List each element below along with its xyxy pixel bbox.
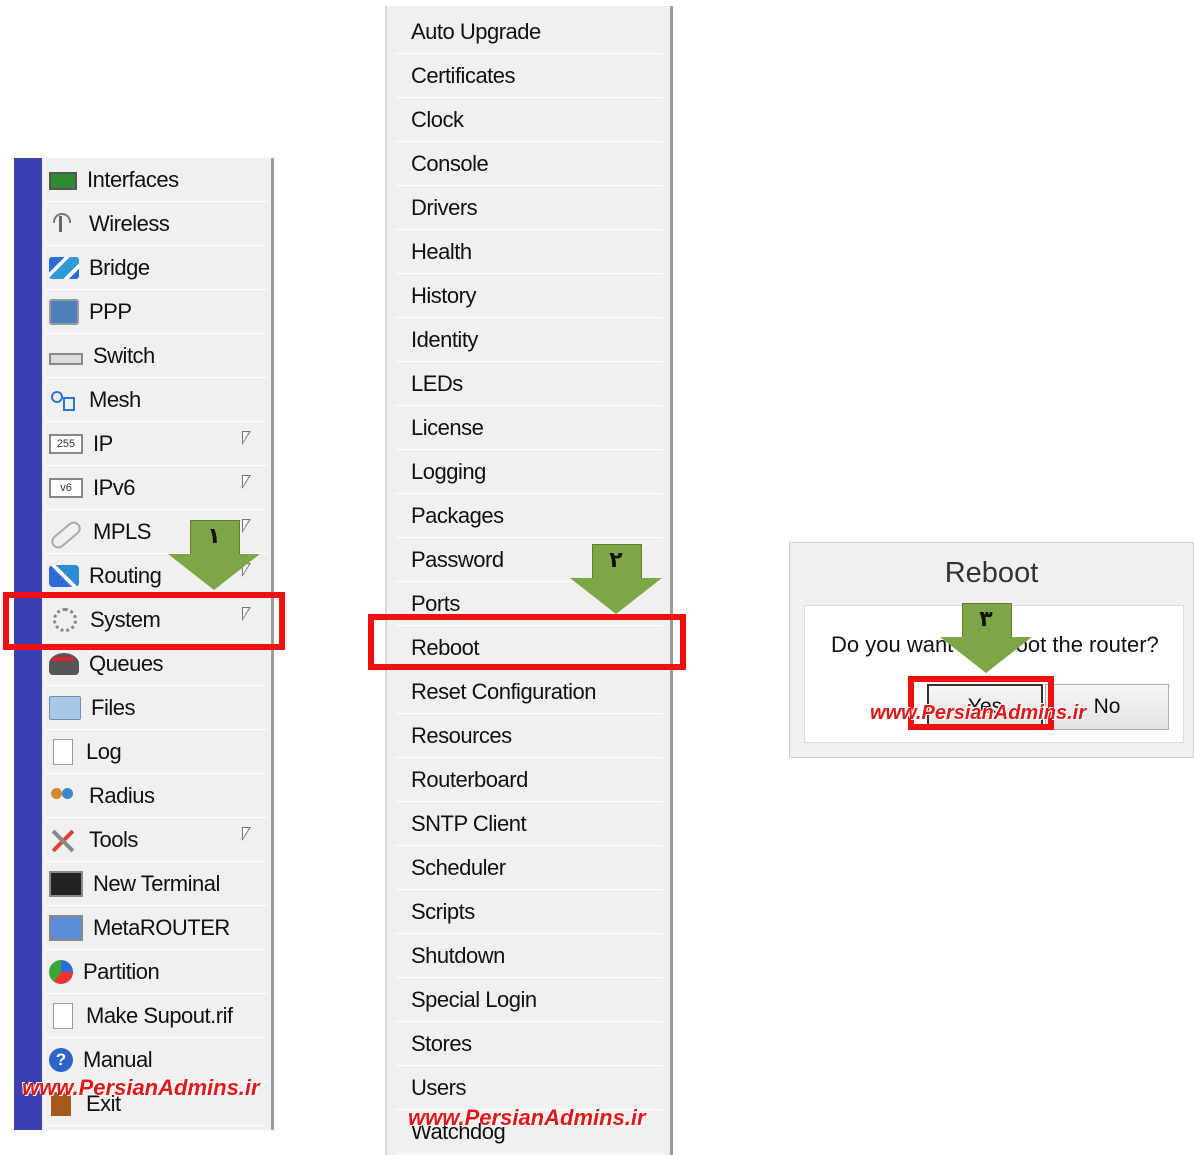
system-menu-item-clock[interactable]: Clock: [395, 98, 662, 142]
step-1-number: ١: [207, 524, 221, 549]
sidebar-item-label: Switch: [93, 342, 155, 368]
system-menu-item-identity[interactable]: Identity: [395, 318, 662, 362]
system-menu-item-certificates[interactable]: Certificates: [395, 54, 662, 98]
interfaces-icon: [49, 171, 77, 190]
sidebar-item-mesh[interactable]: Mesh: [46, 378, 267, 422]
watermark-text: www.PersianAdmins.ir: [22, 1075, 260, 1100]
routing-icon: [49, 564, 79, 587]
sidebar-item-label: Partition: [83, 958, 160, 984]
system-menu-item-auto-upgrade[interactable]: Auto Upgrade: [395, 10, 662, 54]
step-3-number: ٣: [979, 607, 993, 632]
sidebar-item-new-terminal[interactable]: New Terminal: [46, 862, 267, 906]
sidebar-item-label: IP: [93, 430, 113, 456]
sidebar-item-interfaces[interactable]: Interfaces: [46, 158, 267, 202]
mesh-icon: [49, 389, 79, 411]
watermark-text: www.PersianAdmins.ir: [408, 1105, 646, 1130]
sidebar-item-label: Make Supout.rif: [86, 1002, 233, 1028]
system-menu-item-scheduler[interactable]: Scheduler: [395, 846, 662, 890]
system-menu-item-console[interactable]: Console: [395, 142, 662, 186]
terminal-icon: [49, 870, 83, 897]
step-3-arrow-icon: ٣: [940, 603, 1032, 673]
sidebar-item-label: Files: [91, 694, 135, 720]
system-menu-item-packages[interactable]: Packages: [395, 494, 662, 538]
sidebar-item-label: Log: [86, 738, 122, 764]
manual-icon: ?: [49, 1047, 73, 1072]
partition-icon: [49, 959, 73, 984]
sidebar-item-make-supout-rif[interactable]: Make Supout.rif: [46, 994, 267, 1038]
sidebar-item-label: Manual: [83, 1046, 153, 1072]
system-menu-item-resources[interactable]: Resources: [395, 714, 662, 758]
watermark-text: www.PersianAdmins.ir: [870, 702, 1086, 724]
sidebar-item-ip[interactable]: 255 IP: [46, 422, 267, 466]
system-menu-item-scripts[interactable]: Scripts: [395, 890, 662, 934]
files-icon: [49, 695, 81, 720]
system-menu-item-users[interactable]: Users: [395, 1066, 662, 1110]
tools-icon: [49, 829, 79, 851]
sidebar-item-radius[interactable]: Radius: [46, 774, 267, 818]
system-menu-item-logging[interactable]: Logging: [395, 450, 662, 494]
system-menu-item-special-login[interactable]: Special Login: [395, 978, 662, 1022]
switch-icon: [49, 352, 83, 365]
sidebar-item-label: Wireless: [89, 210, 170, 236]
step-2-arrow-icon: ٢: [570, 544, 662, 614]
system-menu-item-sntp-client[interactable]: SNTP Client: [395, 802, 662, 846]
sidebar-item-label: MetaROUTER: [93, 914, 230, 940]
sidebar-item-ipv6[interactable]: v6 IPv6: [46, 466, 267, 510]
system-menu-item-history[interactable]: History: [395, 274, 662, 318]
ppp-icon: [49, 298, 79, 325]
queues-icon: [49, 652, 79, 675]
sidebar-item-label: Interfaces: [87, 166, 179, 192]
system-highlight-box: [3, 592, 285, 650]
sidebar-item-files[interactable]: Files: [46, 686, 267, 730]
system-menu-item-license[interactable]: License: [395, 406, 662, 450]
step-1-arrow-icon: ١: [168, 520, 260, 590]
sidebar-item-label: Mesh: [89, 386, 141, 412]
dialog-title: Reboot: [944, 557, 1039, 589]
sidebar-item-bridge[interactable]: Bridge: [46, 246, 267, 290]
metarouter-icon: [49, 914, 83, 941]
system-menu-item-reset-configuration[interactable]: Reset Configuration: [395, 670, 662, 714]
wireless-icon: [49, 212, 79, 235]
system-menu-item-health[interactable]: Health: [395, 230, 662, 274]
submenu-arrow-icon: [242, 827, 251, 841]
sidebar-item-log[interactable]: Log: [46, 730, 267, 774]
sidebar-item-wireless[interactable]: Wireless: [46, 202, 267, 246]
system-menu-item-drivers[interactable]: Drivers: [395, 186, 662, 230]
submenu-arrow-icon: [242, 431, 251, 445]
system-menu-item-leds[interactable]: LEDs: [395, 362, 662, 406]
system-menu-item-shutdown[interactable]: Shutdown: [395, 934, 662, 978]
sidebar-item-partition[interactable]: Partition: [46, 950, 267, 994]
bridge-icon: [49, 256, 79, 279]
sidebar-item-switch[interactable]: Switch: [46, 334, 267, 378]
sidebar-item-label: PPP: [89, 298, 132, 324]
sidebar-item-label: MPLS: [93, 518, 151, 544]
ipv6-icon: v6: [49, 477, 83, 498]
submenu-arrow-icon: [242, 475, 251, 489]
mpls-icon: [48, 518, 84, 551]
system-menu-item-stores[interactable]: Stores: [395, 1022, 662, 1066]
sidebar-item-label: Tools: [89, 826, 138, 852]
sidebar-item-tools[interactable]: Tools: [46, 818, 267, 862]
sidebar-item-label: Queues: [89, 650, 164, 676]
reboot-highlight-box: [368, 614, 686, 670]
ip-icon: 255: [49, 433, 83, 454]
sidebar-item-ppp[interactable]: PPP: [46, 290, 267, 334]
sidebar-item-label: New Terminal: [93, 870, 220, 896]
sidebar-item-label: Routing: [89, 562, 162, 588]
radius-icon: [49, 785, 79, 807]
system-menu-item-routerboard[interactable]: Routerboard: [395, 758, 662, 802]
sidebar-item-metarouter[interactable]: MetaROUTER: [46, 906, 267, 950]
sidebar-item-label: Radius: [89, 782, 155, 808]
supout-icon: [53, 1002, 73, 1029]
sidebar-item-label: IPv6: [93, 474, 136, 500]
step-2-number: ٢: [609, 548, 623, 573]
log-icon: [53, 738, 73, 765]
sidebar-item-label: Bridge: [89, 254, 150, 280]
